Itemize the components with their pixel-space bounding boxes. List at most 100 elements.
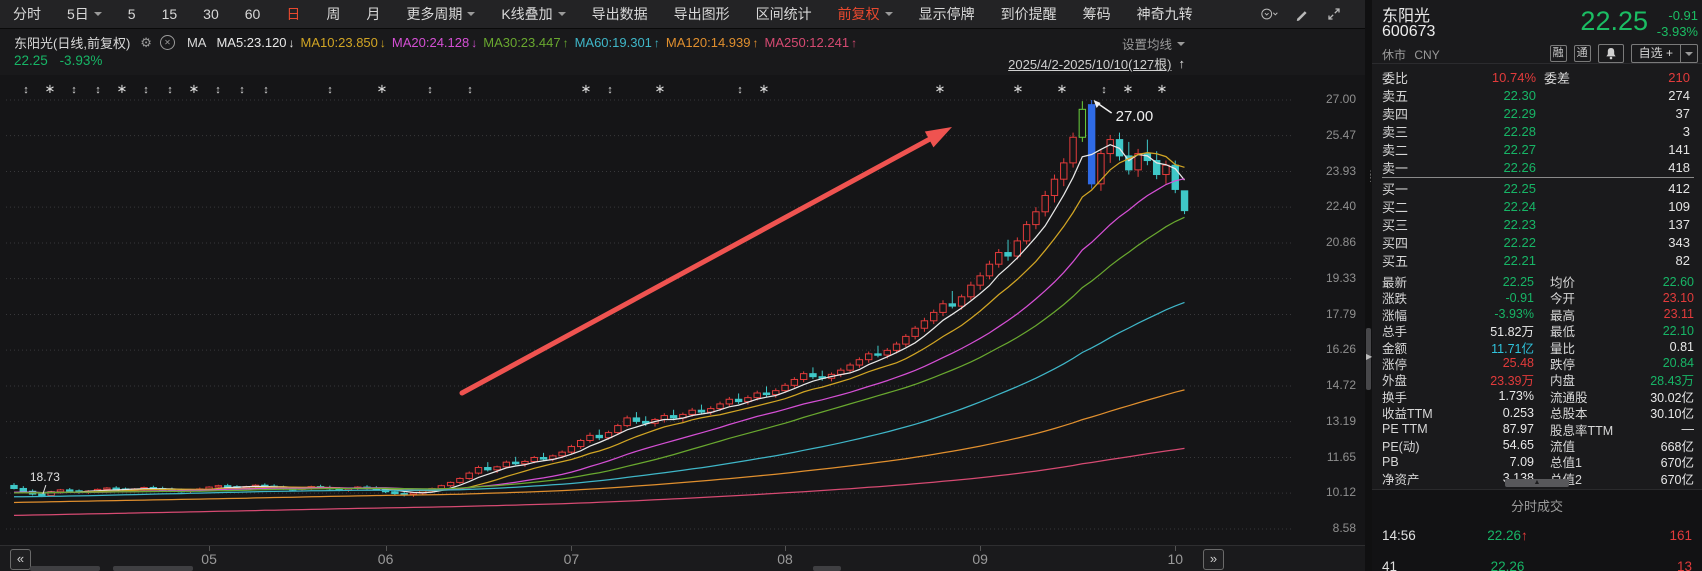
candle[interactable] — [1051, 175, 1057, 203]
watchlist-dropdown-caret[interactable] — [1680, 45, 1697, 62]
event-star-icon[interactable]: ∗ — [655, 81, 666, 96]
date-range-link[interactable]: 2025/4/2-2025/10/10(127根) — [1008, 54, 1171, 73]
candle[interactable] — [968, 282, 974, 300]
ma-toggle[interactable]: MA — [187, 35, 207, 50]
candle[interactable] — [810, 367, 816, 379]
candle[interactable] — [1070, 133, 1076, 168]
candle[interactable] — [931, 310, 937, 324]
candle[interactable] — [1107, 135, 1113, 163]
event-star-icon[interactable]: ∗ — [377, 81, 388, 96]
event-star-icon[interactable]: ∗ — [1057, 81, 1068, 96]
tick-trade-panel[interactable]: 分时成交 14:56 22.26↑ 161 41 22.26 13 — [1372, 489, 1702, 571]
trend-arrow-annotation[interactable] — [462, 139, 929, 393]
candle[interactable] — [1135, 149, 1141, 177]
candle[interactable] — [512, 457, 518, 465]
candle[interactable] — [587, 433, 593, 443]
book-level-row[interactable]: 买一 22.25 412 — [1382, 179, 1694, 197]
toolbar-item-minute[interactable]: 分时 — [0, 0, 54, 28]
candle[interactable] — [996, 249, 1002, 268]
candle[interactable] — [11, 483, 17, 489]
panel-splitter[interactable]: ⋮⋮ ▶ — [1365, 0, 1372, 571]
scroll-right-button[interactable]: » — [1203, 549, 1224, 570]
candle[interactable] — [1033, 207, 1039, 229]
candle[interactable] — [1023, 221, 1029, 244]
event-star-icon[interactable]: ∗ — [581, 81, 592, 96]
close-icon[interactable]: ✕ — [160, 35, 175, 50]
event-updown-icon[interactable]: ↕ — [427, 84, 433, 96]
add-watchlist-button[interactable]: 自选 + — [1631, 44, 1698, 63]
event-updown-icon[interactable]: ↕ — [607, 84, 613, 96]
book-level-row[interactable]: 卖一 22.26 418 — [1382, 158, 1694, 176]
candle[interactable] — [856, 357, 862, 367]
candle[interactable] — [457, 477, 463, 484]
toolbar-item-chips[interactable]: 筹码 — [1070, 0, 1124, 28]
candle[interactable] — [1042, 191, 1048, 217]
event-updown-icon[interactable]: ↕ — [327, 84, 333, 96]
event-star-icon[interactable]: ∗ — [759, 81, 770, 96]
toolbar-item-15min[interactable]: 15 — [149, 0, 191, 28]
history-clock-icon[interactable] — [1261, 5, 1279, 23]
candle[interactable] — [1153, 151, 1159, 179]
candle[interactable] — [540, 453, 546, 461]
toolbar-item-price-alert[interactable]: 到价提醒 — [988, 0, 1070, 28]
candle[interactable] — [568, 445, 574, 454]
candle[interactable] — [865, 352, 871, 363]
book-level-row[interactable]: 卖二 22.27 141 — [1382, 140, 1694, 158]
candle[interactable] — [1181, 191, 1187, 215]
scroll-left-button[interactable]: « — [10, 549, 31, 570]
toolbar-item-60min[interactable]: 60 — [232, 0, 274, 28]
event-star-icon[interactable]: ∗ — [189, 81, 200, 96]
candle[interactable] — [791, 377, 797, 387]
book-level-row[interactable]: 卖五 22.30 274 — [1382, 86, 1694, 104]
event-updown-icon[interactable]: ↕ — [1101, 84, 1107, 96]
candle[interactable] — [1088, 100, 1094, 189]
candle[interactable] — [1116, 133, 1122, 161]
event-updown-icon[interactable]: ↕ — [239, 84, 245, 96]
candle[interactable] — [1079, 101, 1085, 142]
event-star-icon[interactable]: ∗ — [935, 81, 946, 96]
h-scrollbar-thumb[interactable] — [30, 566, 100, 571]
fullscreen-icon[interactable] — [1325, 5, 1343, 23]
gear-icon[interactable]: ⚙ — [140, 35, 152, 51]
candle[interactable] — [624, 416, 630, 428]
candle[interactable] — [577, 439, 583, 449]
book-level-row[interactable]: 买五 22.21 82 — [1382, 251, 1694, 269]
h-scrollbar-thumb[interactable] — [113, 566, 193, 571]
candle[interactable] — [735, 393, 741, 403]
candle[interactable] — [763, 386, 769, 396]
candle[interactable] — [522, 460, 528, 467]
toolbar-item-daily[interactable]: 日 — [273, 0, 313, 28]
event-updown-icon[interactable]: ↕ — [263, 84, 269, 96]
collapse-handle[interactable]: ▲ — [1505, 479, 1569, 487]
candle[interactable] — [485, 462, 491, 471]
candlestick-chart[interactable]: ↕∗↕↕∗↕↕∗↕↕↕↕∗↕↕∗↕∗↕∗∗∗∗↕∗∗27.0018.73 27.… — [0, 75, 1365, 545]
candle[interactable] — [1098, 149, 1104, 191]
candle[interactable] — [977, 272, 983, 289]
book-level-row[interactable]: 买二 22.24 109 — [1382, 197, 1694, 215]
candle[interactable] — [903, 334, 909, 347]
h-scrollbar-thumb[interactable] — [813, 566, 841, 571]
toolbar-item-show-suspended[interactable]: 显示停牌 — [906, 0, 988, 28]
toolbar-item-export-data[interactable]: 导出数据 — [579, 0, 661, 28]
toolbar-item-more-periods[interactable]: 更多周期 — [393, 0, 488, 28]
event-updown-icon[interactable]: ↕ — [71, 84, 77, 96]
toolbar-item-range-stats[interactable]: 区间统计 — [743, 0, 825, 28]
candle[interactable] — [800, 371, 806, 382]
candle[interactable] — [838, 368, 844, 377]
candle[interactable] — [596, 430, 602, 440]
book-level-row[interactable]: 卖四 22.29 37 — [1382, 104, 1694, 122]
candle[interactable] — [875, 346, 881, 358]
book-level-row[interactable]: 买四 22.22 343 — [1382, 233, 1694, 251]
book-level-row[interactable]: 卖三 22.28 3 — [1382, 122, 1694, 140]
event-star-icon[interactable]: ∗ — [117, 81, 128, 96]
toolbar-item-weekly[interactable]: 周 — [313, 0, 353, 28]
candle[interactable] — [912, 326, 918, 340]
toolbar-item-magic-nine[interactable]: 神奇九转 — [1124, 0, 1206, 28]
toolbar-item-export-image[interactable]: 导出图形 — [661, 0, 743, 28]
event-updown-icon[interactable]: ↕ — [95, 84, 101, 96]
event-updown-icon[interactable]: ↕ — [23, 84, 29, 96]
event-star-icon[interactable]: ∗ — [1157, 81, 1168, 96]
reset-view-arrow-icon[interactable]: ↑ — [1179, 56, 1186, 71]
event-star-icon[interactable]: ∗ — [45, 81, 56, 96]
book-level-row[interactable]: 买三 22.23 137 — [1382, 215, 1694, 233]
